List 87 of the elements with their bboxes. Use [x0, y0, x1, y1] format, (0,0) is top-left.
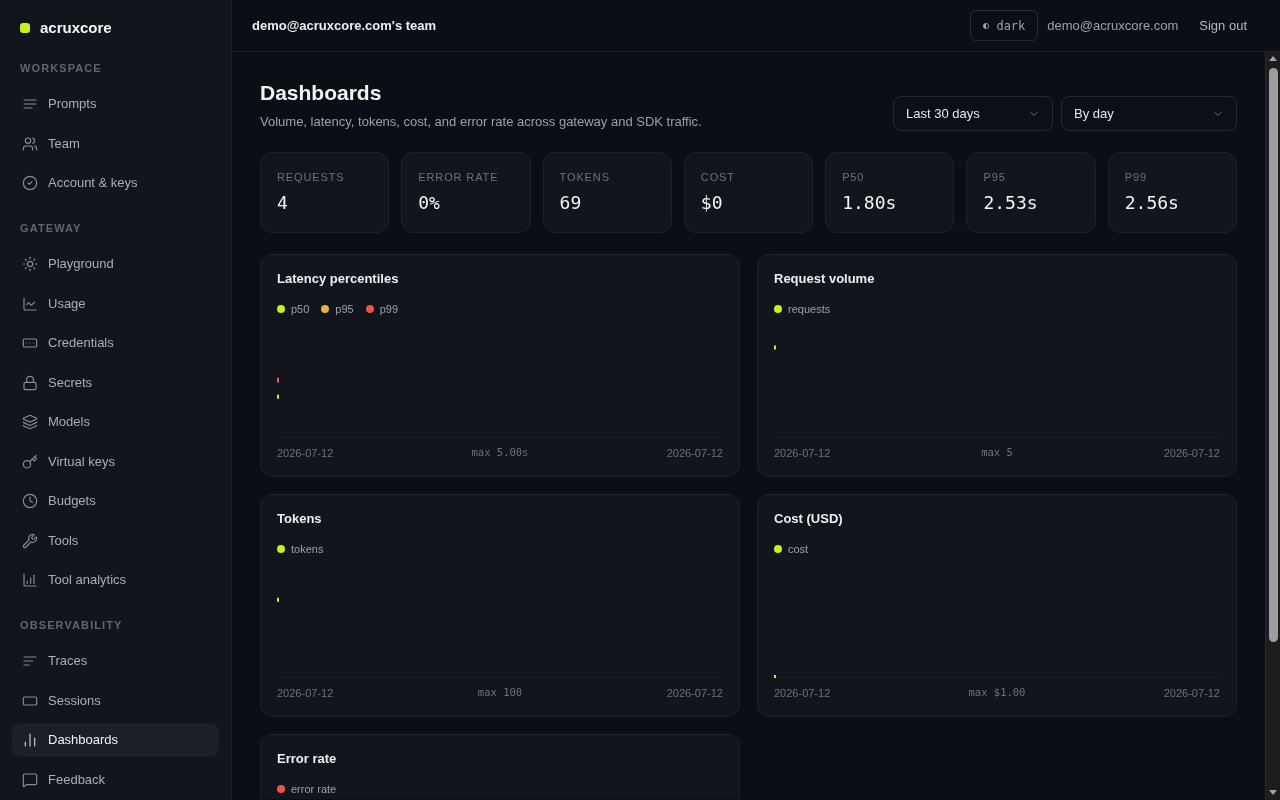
stat-label: P50: [842, 170, 865, 185]
line-chart-icon: [22, 295, 38, 312]
stat-value: 2.53s: [983, 191, 1038, 215]
scrollbar[interactable]: [1265, 52, 1280, 800]
sidebar-item[interactable]: Dashboards: [12, 723, 219, 757]
sidebar-item[interactable]: Models: [12, 405, 219, 439]
axis-label: 2026-07-12: [1163, 685, 1220, 701]
legend-label: error rate: [291, 782, 337, 797]
axis-label: 2026-07-12: [1163, 445, 1220, 461]
axis-max-label: max 100: [477, 685, 523, 701]
chart-title: Request volume: [774, 271, 875, 287]
sidebar-item[interactable]: Credentials: [12, 326, 219, 360]
users-icon: [22, 135, 38, 152]
stat-label: REQUESTS: [277, 170, 345, 185]
chart-title: Error rate: [277, 751, 337, 767]
stat-value: 1.80s: [842, 191, 897, 215]
chart-title: Cost (USD): [774, 511, 843, 527]
section-heading: OBSERVABILITY: [19, 618, 124, 632]
key-icon: [22, 453, 38, 470]
sidebar-item[interactable]: Account & keys: [12, 166, 219, 200]
caret-up-icon[interactable]: [1269, 56, 1277, 61]
section-heading: GATEWAY: [19, 221, 83, 235]
stat-label: ERROR RATE: [418, 170, 499, 185]
sidebar-item[interactable]: Prompts: [12, 87, 219, 121]
scrollbar-thumb[interactable]: [1268, 68, 1278, 642]
axis-label: 2026-07-12: [774, 685, 831, 701]
page-subtitle: Volume, latency, tokens, cost, and error rate across gateway and SDK traffic.: [260, 113, 702, 131]
sidebar-item[interactable]: Budgets: [12, 484, 219, 518]
bars-icon: [22, 732, 38, 748]
axis-label: 2026-07-12: [277, 685, 334, 701]
bar-chart-icon: [22, 572, 38, 588]
sidebar-item[interactable]: Tools: [12, 523, 219, 558]
legend-label: p95: [335, 302, 354, 317]
legend-label: p99: [379, 302, 399, 317]
logo-icon: [20, 23, 30, 33]
team-name: demo@acruxcore.com's team: [252, 16, 437, 35]
check-circle-icon: [22, 175, 38, 191]
stat-label: P99: [1124, 170, 1147, 185]
legend-label: tokens: [291, 542, 324, 557]
stat-value: 69: [559, 191, 582, 215]
section-heading: WORKSPACE: [19, 61, 103, 75]
axis-label: 2026-07-12: [774, 445, 831, 461]
sidebar-item[interactable]: Tool analytics: [12, 563, 219, 597]
sidebar-item[interactable]: Sessions: [12, 683, 219, 718]
lock-icon: [22, 374, 38, 391]
axis-max-label: max 5: [981, 445, 1013, 461]
sidebar-item[interactable]: Usage: [12, 286, 219, 321]
sidebar-item[interactable]: Team: [12, 126, 219, 161]
legend-label: cost: [788, 542, 809, 557]
text-lines-icon: [22, 653, 38, 669]
layers-icon: [22, 414, 38, 430]
speech-bubble-icon: [22, 771, 38, 788]
contrast-icon: [983, 22, 990, 29]
sidebar-item[interactable]: Secrets: [12, 365, 219, 400]
legend-label: p50: [291, 302, 310, 317]
clock-icon: [22, 493, 38, 509]
wrench-icon: [22, 532, 38, 549]
sidebar-item[interactable]: Playground: [12, 247, 219, 281]
stat-label: P95: [983, 170, 1006, 185]
text-lines-icon: [22, 96, 38, 112]
chart-title: Latency percentiles: [277, 271, 399, 287]
sidebar-item[interactable]: Traces: [12, 644, 219, 678]
sidebar-item[interactable]: Virtual keys: [12, 444, 219, 479]
page-title: Dashboards: [260, 80, 382, 106]
axis-label: 2026-07-12: [666, 445, 723, 461]
axis-max-label: max 5.00s: [471, 445, 529, 461]
axis-label: 2026-07-12: [277, 445, 334, 461]
stat-value: 4: [277, 191, 288, 215]
sidebar-item[interactable]: Feedback: [12, 762, 219, 797]
legend-label: requests: [788, 302, 831, 317]
user-email: demo@acruxcore.com: [1047, 16, 1179, 35]
stat-value: 2.56s: [1124, 191, 1179, 215]
sign-out-button[interactable]: Sign out: [1190, 11, 1256, 40]
axis-label: 2026-07-12: [666, 685, 723, 701]
select-dropdown[interactable]: By day: [1061, 96, 1237, 131]
stat-value: 0%: [418, 191, 440, 215]
axis-max-label: max $1.00: [968, 685, 1026, 701]
stat-value: $0: [700, 191, 723, 215]
caret-down-icon[interactable]: [1269, 790, 1277, 795]
brand-name: acruxcore: [40, 18, 112, 38]
theme-toggle[interactable]: dark: [970, 10, 1039, 41]
sun-icon: [22, 256, 38, 272]
chart-title: Tokens: [277, 511, 322, 527]
stat-label: TOKENS: [559, 170, 610, 185]
select-dropdown[interactable]: Last 30 days: [893, 96, 1053, 131]
stat-label: COST: [700, 170, 735, 185]
input-rectangle-icon: [22, 335, 38, 351]
